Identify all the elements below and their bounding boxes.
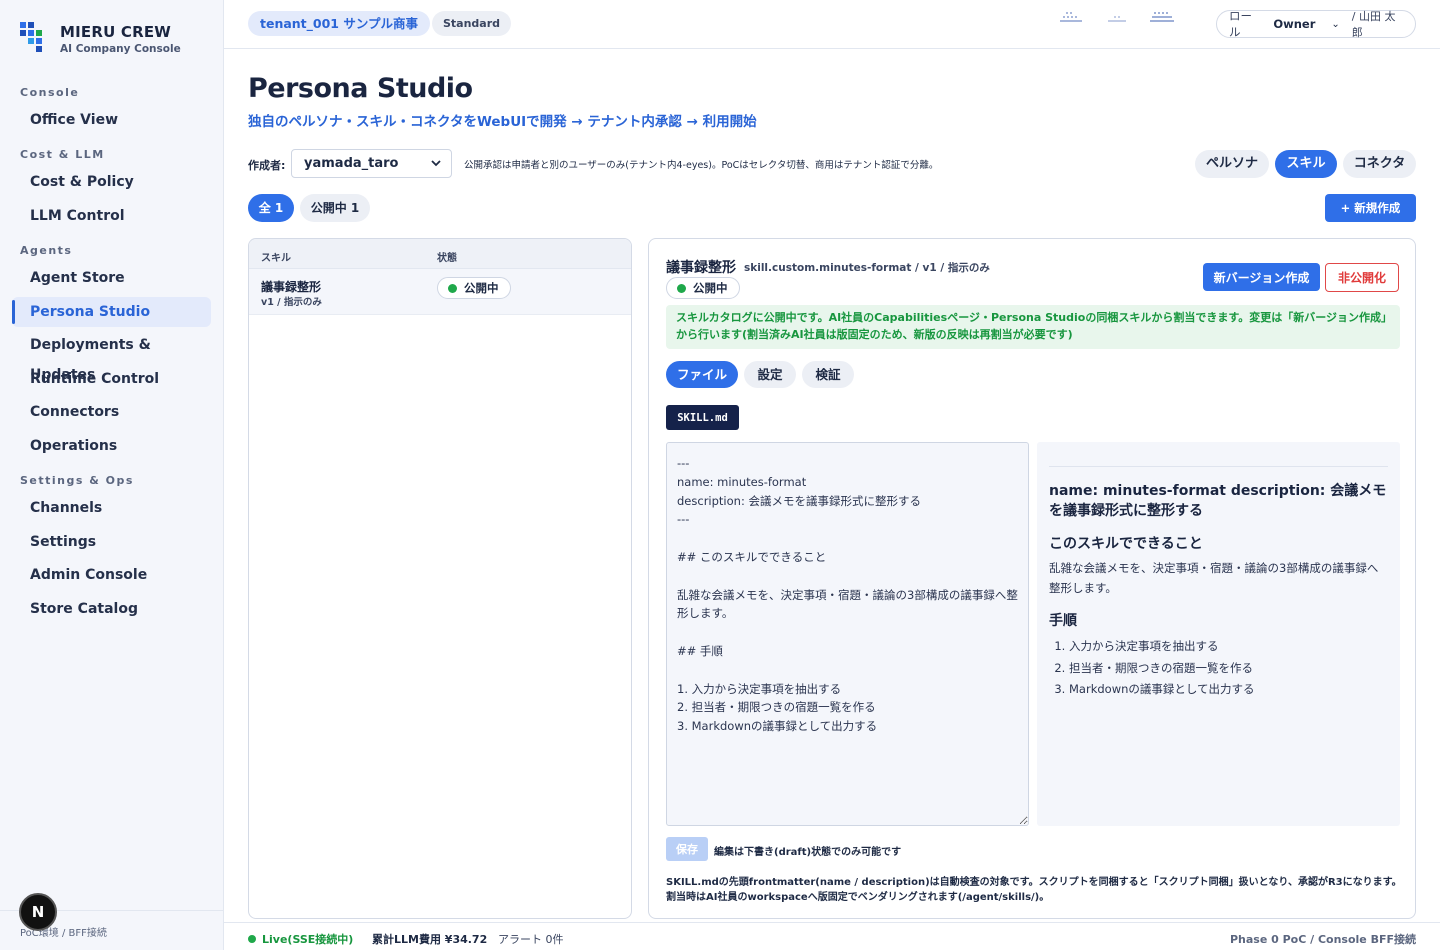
author-select[interactable]: yamada_taro [291, 149, 452, 178]
activity-indicator-icon [1060, 12, 1082, 22]
page-subtitle: 独自のペルソナ・スキル・コネクタをWebUIで開発 → テナント内承認 → 利用… [248, 114, 757, 130]
segment-connector[interactable]: コネクタ [1343, 150, 1416, 178]
table-row[interactable]: 議事録整形 v1 / 指示のみ 公開中 [249, 269, 631, 315]
nav-runtime-control[interactable]: Runtime Control [12, 364, 211, 394]
tab-files[interactable]: ファイル [666, 361, 738, 388]
column-header-skill: スキル [261, 253, 291, 264]
status-label: 公開中 [464, 281, 499, 295]
activity-indicator-icon [1108, 16, 1126, 22]
sidebar: MIERU CREW AI Company Console Console Of… [0, 0, 224, 950]
list-item: 担当者・期限つきの宿題一覧を作る [1069, 658, 1388, 680]
nav-cost-policy[interactable]: Cost & Policy [12, 167, 211, 197]
status-dot-icon [677, 283, 686, 293]
tenant-badge[interactable]: tenant_001 サンプル商事 [248, 11, 430, 36]
llm-cost: 累計LLM費用 ¥34.72 [372, 933, 488, 946]
author-label: 作成者: [248, 159, 286, 172]
skill-list: スキル 状態 議事録整形 v1 / 指示のみ 公開中 [248, 238, 632, 919]
page-title: Persona Studio [248, 73, 473, 104]
preview-rule [1049, 466, 1388, 467]
activity-indicator-icon [1150, 12, 1174, 22]
brand[interactable]: MIERU CREW AI Company Console [20, 22, 181, 56]
status-bar: Live(SSE接続中) 累計LLM費用 ¥34.72 アラート 0件 Phas… [224, 922, 1440, 950]
nav-office-view[interactable]: Office View [12, 105, 211, 135]
list-header: スキル 状態 [249, 239, 631, 269]
segment-skill[interactable]: スキル [1275, 150, 1337, 178]
save-note: 編集は下書き(draft)状態でのみ可能です [714, 847, 902, 858]
new-version-button[interactable]: 新バージョン作成 [1203, 263, 1320, 291]
column-header-status: 状態 [437, 253, 457, 264]
file-tab-skill-md[interactable]: SKILL.md [666, 405, 739, 430]
detail-title: 議事録整形 [666, 260, 736, 276]
nav-agent-store[interactable]: Agent Store [12, 263, 211, 293]
role-label: ロール [1229, 9, 1252, 39]
nav-store-catalog[interactable]: Store Catalog [12, 594, 211, 624]
chevron-down-icon: ⌄ [1331, 18, 1340, 30]
segment-persona[interactable]: ペルソナ [1195, 150, 1269, 178]
nav-group-agents: Agents [20, 244, 73, 257]
status-badge: 公開中 [666, 277, 740, 299]
nav-group-console: Console [20, 86, 80, 99]
list-item: 入力から決定事項を抽出する [1069, 636, 1388, 658]
save-button[interactable]: 保存 [666, 837, 708, 861]
brand-subtitle: AI Company Console [60, 43, 181, 55]
nav-settings[interactable]: Settings [12, 527, 211, 557]
filter-all[interactable]: 全 1 [248, 194, 294, 222]
status-label: 公開中 [693, 281, 728, 295]
nav-group-cost: Cost & LLM [20, 148, 105, 161]
skill-md-editor[interactable]: --- name: minutes-format description: 会議… [666, 442, 1029, 826]
nav-group-settings: Settings & Ops [20, 474, 134, 487]
user-name: / 山田 太郎 [1351, 10, 1396, 39]
markdown-preview: name: minutes-format description: 会議メモを議… [1037, 442, 1400, 826]
tab-validation[interactable]: 検証 [802, 361, 854, 388]
detail-meta: skill.custom.minutes-format / v1 / 指示のみ [744, 262, 990, 274]
unpublish-button[interactable]: 非公開化 [1325, 263, 1399, 292]
row-skill-name: 議事録整形 [261, 280, 322, 294]
status-badge: 公開中 [437, 277, 511, 299]
chevron-down-icon [431, 160, 441, 167]
approval-note: 公開承認は申請者と別のユーザーのみ(テナント内4-eyes)。PoCはセレクタ切… [464, 160, 939, 171]
published-notice: スキルカタログに公開中です。AI社員のCapabilitiesページ・Perso… [666, 305, 1400, 349]
nav-persona-studio[interactable]: Persona Studio [12, 297, 211, 327]
nav-channels[interactable]: Channels [12, 493, 211, 523]
alert-count: アラート 0件 [498, 933, 564, 946]
tab-settings[interactable]: 設定 [744, 361, 796, 388]
role-selector[interactable]: ロール Owner ⌄ / 山田 太郎 [1216, 9, 1416, 39]
avatar[interactable]: N [19, 893, 57, 931]
phase-label: Phase 0 PoC / Console BFF接続 [1229, 933, 1416, 946]
role-value: Owner [1273, 17, 1316, 31]
live-status: Live(SSE接続中) [248, 931, 353, 947]
preview-paragraph: 乱雑な会議メモを、決定事項・宿題・議論の3部構成の議事録へ整形します。 [1049, 561, 1379, 595]
new-create-button[interactable]: + 新規作成 [1325, 194, 1416, 222]
brand-name: MIERU CREW [60, 23, 172, 41]
nav-admin-console[interactable]: Admin Console [12, 560, 211, 590]
skill-detail: 議事録整形 skill.custom.minutes-format / v1 /… [648, 238, 1416, 919]
author-value: yamada_taro [304, 156, 399, 171]
nav-llm-control[interactable]: LLM Control [12, 201, 211, 231]
live-label: Live(SSE接続中) [262, 933, 354, 946]
preview-subheading: このスキルでできること [1049, 536, 1203, 552]
filter-published[interactable]: 公開中 1 [300, 194, 370, 222]
row-skill-version: v1 / 指示のみ [261, 297, 322, 308]
preview-subheading: 手順 [1049, 613, 1077, 629]
logo-icon [20, 22, 42, 52]
frontmatter-note: SKILL.mdの先頭frontmatter(name / descriptio… [666, 877, 1402, 903]
nav-connectors[interactable]: Connectors [12, 397, 211, 427]
nav-operations[interactable]: Operations [12, 431, 211, 461]
status-dot-icon [448, 283, 457, 293]
plan-badge: Standard [432, 11, 512, 36]
topbar: tenant_001 サンプル商事 Standard ロール Owner ⌄ /… [224, 0, 1440, 49]
nav-deployments-updates[interactable]: Deployments & Updates [12, 330, 211, 383]
preview-steps: 入力から決定事項を抽出する 担当者・期限つきの宿題一覧を作る Markdownの… [1049, 636, 1388, 701]
live-dot-icon [248, 935, 256, 943]
list-item: Markdownの議事録として出力する [1069, 679, 1388, 701]
preview-heading: name: minutes-format description: 会議メモを議… [1049, 483, 1387, 519]
